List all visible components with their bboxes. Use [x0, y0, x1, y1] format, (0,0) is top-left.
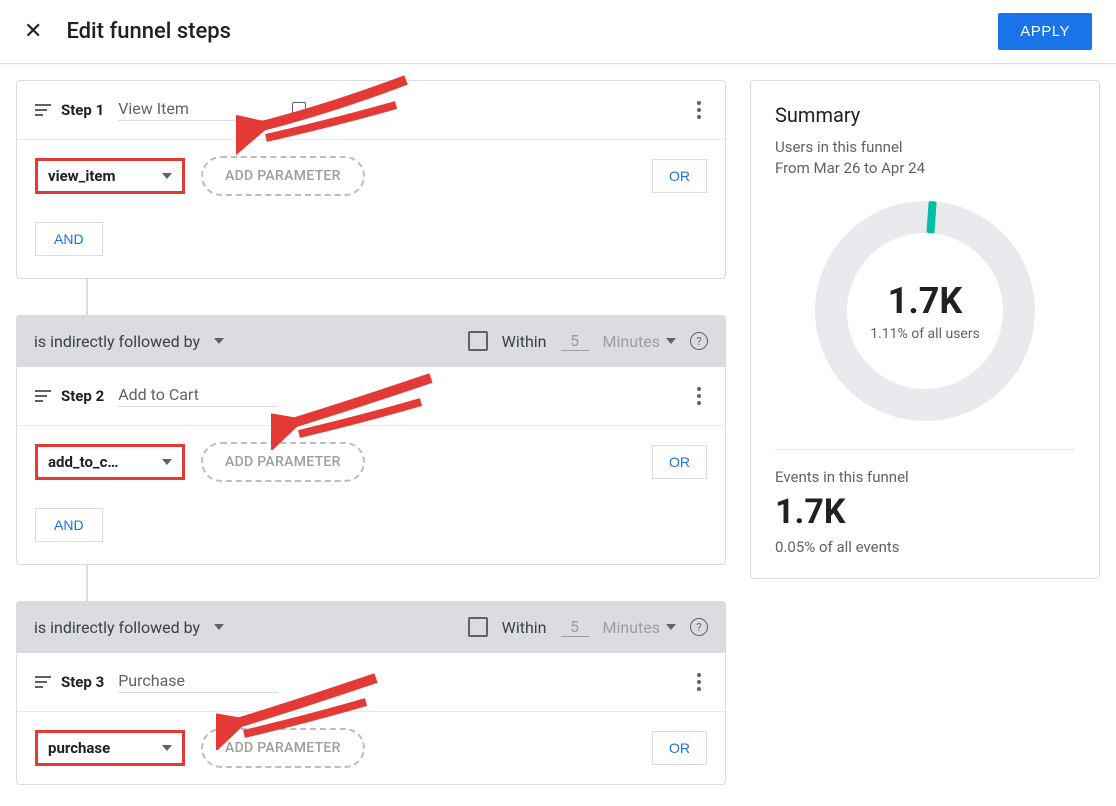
events-percent: 0.05% of all events: [775, 538, 1075, 556]
within-checkbox[interactable]: [468, 617, 488, 637]
step-name-input[interactable]: Purchase: [118, 671, 278, 693]
chevron-down-icon: [214, 624, 224, 630]
chevron-down-icon: [666, 624, 676, 630]
more-icon[interactable]: [691, 381, 707, 411]
or-button[interactable]: OR: [652, 445, 707, 479]
event-chip-label: add_to_c…: [48, 453, 119, 471]
followed-by-select[interactable]: is indirectly followed by: [34, 618, 200, 637]
step-3-group: is indirectly followed by Within 5 Minut…: [16, 601, 726, 785]
step-label: Step 2: [61, 387, 104, 405]
users-donut-chart: 1.7K 1.11% of all users: [815, 201, 1035, 421]
page-title: Edit funnel steps: [66, 19, 231, 44]
or-button[interactable]: OR: [652, 731, 707, 765]
and-button[interactable]: AND: [35, 508, 103, 542]
event-chip-view-item[interactable]: view_item: [35, 158, 185, 194]
events-count: 1.7K: [775, 492, 1075, 532]
help-icon[interactable]: ?: [690, 332, 708, 350]
followed-by-select[interactable]: is indirectly followed by: [34, 332, 200, 351]
summary-users-label: Users in this funnel: [775, 137, 1075, 158]
event-chip-label: view_item: [48, 167, 116, 185]
more-icon[interactable]: [691, 667, 707, 697]
add-parameter-button[interactable]: ADD PARAMETER: [201, 728, 365, 768]
more-icon[interactable]: [691, 95, 707, 125]
close-icon[interactable]: ✕: [24, 19, 42, 44]
step-2-group: is indirectly followed by Within 5 Minut…: [16, 315, 726, 565]
copy-icon[interactable]: [292, 102, 306, 118]
chevron-down-icon: [214, 338, 224, 344]
summary-title: Summary: [775, 103, 1075, 127]
users-percent: 1.11% of all users: [870, 326, 980, 342]
event-chip-purchase[interactable]: purchase: [35, 730, 185, 766]
page-header: ✕ Edit funnel steps APPLY: [0, 0, 1116, 64]
step-name-input[interactable]: View Item: [118, 99, 278, 121]
within-label: Within: [502, 332, 547, 351]
step-1-card: Step 1 View Item view_item ADD PARAMETER…: [16, 80, 726, 279]
chevron-down-icon: [162, 459, 172, 465]
within-value-input[interactable]: 5: [561, 617, 589, 637]
drag-icon[interactable]: [35, 104, 51, 116]
help-icon[interactable]: ?: [690, 618, 708, 636]
users-count: 1.7K: [870, 280, 980, 322]
add-parameter-button[interactable]: ADD PARAMETER: [201, 442, 365, 482]
and-button[interactable]: AND: [35, 222, 103, 256]
events-label: Events in this funnel: [775, 468, 1075, 486]
event-chip-label: purchase: [48, 739, 110, 757]
divider: [775, 449, 1075, 450]
event-chip-add-to-cart[interactable]: add_to_c…: [35, 444, 185, 480]
within-unit-select[interactable]: Minutes: [603, 618, 677, 637]
drag-icon[interactable]: [35, 390, 51, 402]
step-label: Step 3: [61, 673, 104, 691]
connector-line: [86, 279, 88, 315]
step-name-input[interactable]: Add to Cart: [118, 385, 278, 407]
step-label: Step 1: [61, 101, 104, 119]
connector-line: [86, 565, 88, 601]
chevron-down-icon: [666, 338, 676, 344]
within-unit-select[interactable]: Minutes: [603, 332, 677, 351]
add-parameter-button[interactable]: ADD PARAMETER: [201, 156, 365, 196]
followed-by-bar: is indirectly followed by Within 5 Minut…: [16, 601, 726, 653]
within-value-input[interactable]: 5: [561, 331, 589, 351]
within-label: Within: [502, 618, 547, 637]
followed-by-bar: is indirectly followed by Within 5 Minut…: [16, 315, 726, 367]
within-checkbox[interactable]: [468, 331, 488, 351]
drag-icon[interactable]: [35, 676, 51, 688]
or-button[interactable]: OR: [652, 159, 707, 193]
chevron-down-icon: [162, 173, 172, 179]
apply-button[interactable]: APPLY: [998, 13, 1092, 50]
chevron-down-icon: [162, 745, 172, 751]
summary-date-range: From Mar 26 to Apr 24: [775, 158, 1075, 179]
summary-card: Summary Users in this funnel From Mar 26…: [750, 80, 1100, 579]
